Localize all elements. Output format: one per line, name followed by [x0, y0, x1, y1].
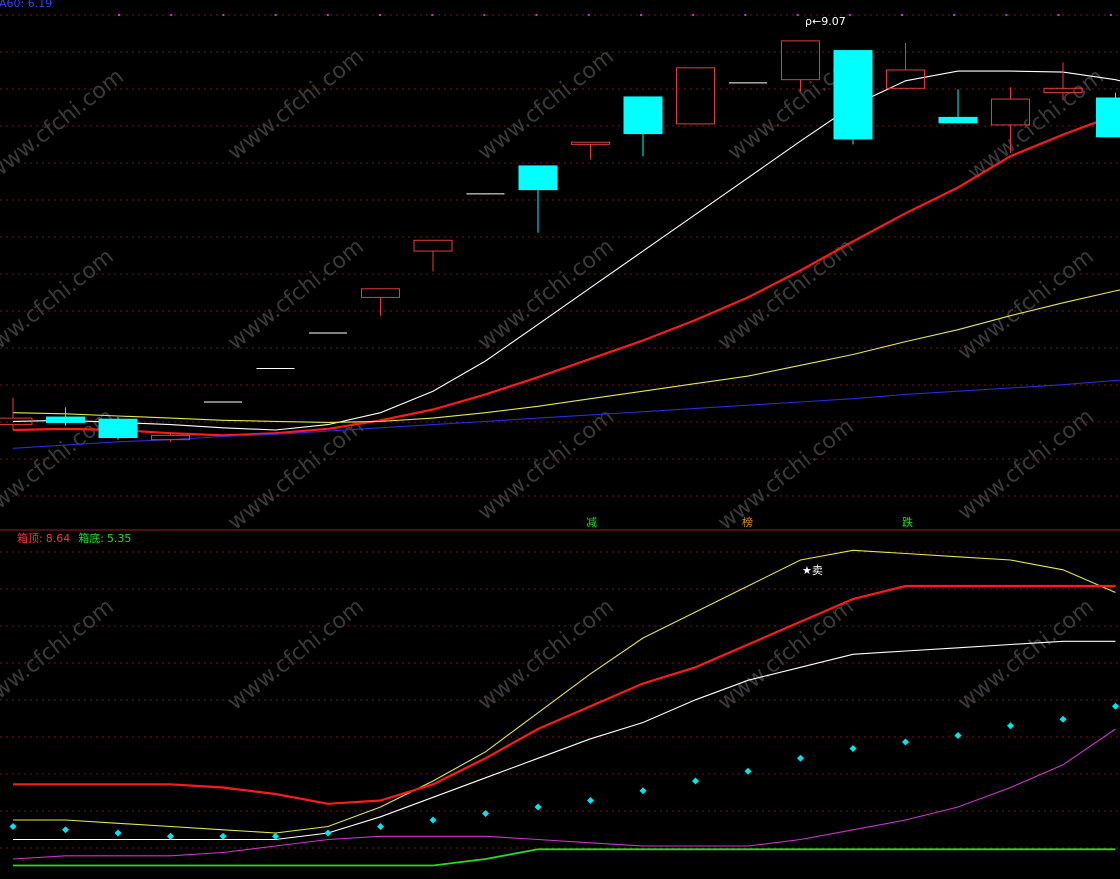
moving-averages — [12, 70, 1120, 449]
top-tick — [1109, 14, 1112, 16]
candle-body — [1096, 97, 1120, 138]
watermark-text: www.cfchi.com — [713, 414, 858, 535]
watermark-layer: www.cfchi.com www.cfchi.com www.cfchi.com w… — [0, 44, 1109, 715]
sell-signal: ★卖 — [802, 564, 823, 577]
signal-dot — [1059, 715, 1067, 723]
grid-lines — [0, 14, 1120, 849]
top-tick — [587, 14, 590, 16]
high-marker-glyph: ρ← — [805, 15, 821, 28]
top-tick — [640, 14, 642, 16]
candle-body — [781, 40, 820, 81]
signal-dot — [639, 787, 647, 795]
candle-body — [413, 239, 453, 252]
top-tick — [274, 14, 277, 16]
watermark-text: www.cfchi.com — [473, 44, 618, 165]
signal-dot — [534, 803, 542, 811]
signal-dot — [429, 816, 437, 824]
signal-dot — [114, 829, 122, 837]
candle-body — [623, 96, 663, 135]
watermark-text: www.cfchi.com — [953, 244, 1098, 365]
candle-body — [361, 288, 400, 298]
signal-dot — [796, 754, 805, 762]
candle-body — [98, 418, 138, 439]
high-marker-value: 9.07 — [821, 15, 846, 28]
candle-body — [676, 67, 715, 125]
signal-dot — [1006, 722, 1015, 730]
watermark-text: www.cfchi.com — [953, 404, 1098, 525]
watermark-text: www.cfchi.com — [713, 234, 858, 355]
top-tick — [379, 14, 381, 16]
high-marker: ρ←9.07 — [805, 15, 846, 28]
box-top-value: 8.64 — [46, 532, 71, 545]
top-tick — [1005, 14, 1008, 16]
candle-body — [886, 69, 925, 89]
watermark-text: www.cfchi.com — [0, 64, 129, 185]
top-tick — [796, 14, 799, 16]
signal-2: 榜 — [742, 515, 753, 529]
signal-3: 跌 — [902, 515, 913, 529]
top-tick — [953, 14, 956, 16]
box-bottom-value: 5.35 — [107, 532, 132, 545]
watermark-text: www.cfchi.com — [953, 594, 1098, 715]
signal-dot — [376, 822, 385, 831]
candle-body — [938, 116, 978, 124]
top-tick — [1057, 14, 1060, 16]
signal-dot — [9, 822, 17, 831]
indicator-line — [13, 640, 1116, 841]
watermark-text: www.cfchi.com — [0, 244, 119, 365]
candle-body — [571, 141, 610, 145]
top-tick — [170, 14, 173, 16]
watermark-text: www.cfchi.com — [223, 594, 368, 715]
signal-dot — [324, 829, 332, 837]
indicator-panel — [9, 549, 1120, 867]
stock-chart[interactable]: www.cfchi.com www.cfchi.com www.cfchi.com w… — [0, 0, 1120, 879]
signal-dot — [954, 731, 962, 740]
indicator-line — [13, 549, 1116, 834]
top-tick — [431, 14, 434, 16]
indicator-line — [13, 848, 1116, 867]
signal-dot — [1111, 702, 1120, 710]
candle-body — [46, 416, 85, 423]
watermark-text: www.cfchi.com — [473, 404, 618, 525]
watermark-text: www.cfchi.com — [473, 234, 618, 355]
top-tick — [692, 14, 695, 16]
candle-body — [833, 50, 873, 140]
ma-line — [12, 70, 1120, 431]
candle-body — [518, 165, 558, 191]
signal-dot — [901, 738, 910, 746]
top-tick — [118, 14, 120, 16]
signal-dot — [691, 777, 700, 785]
ma-line — [12, 289, 1120, 423]
top-tick — [848, 14, 851, 16]
top-tick — [901, 14, 903, 16]
ma-legend: A60: 6.19 — [0, 0, 52, 10]
indicator-line — [13, 584, 1116, 805]
top-tick — [483, 14, 486, 16]
signal-dot — [166, 832, 175, 840]
watermark-text: www.cfchi.com — [223, 44, 368, 165]
top-tick — [326, 14, 329, 16]
box-top-label: 箱顶: — [17, 531, 43, 545]
signal-dot — [219, 832, 227, 840]
signal-dot — [849, 744, 857, 753]
top-tick — [744, 14, 747, 16]
box-bottom-label: 箱底: — [78, 531, 104, 545]
watermark-text: www.cfchi.com — [0, 594, 119, 715]
watermark-text: www.cfchi.com — [223, 234, 368, 355]
box-legend: 箱顶: 8.64 箱底: 5.35 — [17, 531, 131, 545]
watermark-text: www.cfchi.com — [713, 594, 858, 715]
signal-dot — [586, 796, 595, 805]
signal-1: 减 — [586, 516, 597, 529]
top-tick — [222, 14, 225, 16]
signal-dot — [61, 826, 70, 834]
watermark-text: www.cfchi.com — [473, 594, 618, 715]
top-tick — [535, 14, 538, 16]
